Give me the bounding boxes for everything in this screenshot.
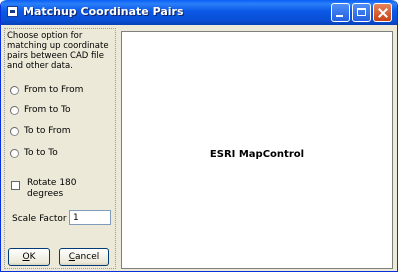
rotate-label: Rotate 180 degrees <box>27 178 77 199</box>
instructions-text: Choose option for matching up coordinate… <box>7 31 109 71</box>
minimize-button[interactable] <box>331 3 350 22</box>
radio-from-to-from[interactable]: From to From <box>10 84 83 96</box>
ok-hotkey: O <box>22 252 30 262</box>
rotate-checkbox[interactable] <box>11 181 20 190</box>
ok-button[interactable]: OK <box>8 248 50 266</box>
dialog-window: Matchup Coordinate Pairs Choose option f… <box>0 0 398 272</box>
window-title: Matchup Coordinate Pairs <box>23 5 184 18</box>
rotate-180-checkbox-row[interactable]: Rotate 180 degrees <box>11 178 87 200</box>
close-button[interactable] <box>373 3 392 22</box>
cancel-label-rest: ancel <box>75 252 100 262</box>
app-icon[interactable] <box>7 6 18 17</box>
scale-factor-label: Scale Factor <box>12 214 67 224</box>
cancel-button[interactable]: Cancel <box>59 248 109 266</box>
map-control[interactable]: ESRI MapControl <box>121 31 393 269</box>
radio-label: From to To <box>24 105 71 115</box>
scale-factor-input[interactable] <box>69 210 111 225</box>
radio-label: From to From <box>24 85 84 95</box>
maximize-button[interactable] <box>352 3 371 22</box>
map-control-label: ESRI MapControl <box>209 149 305 160</box>
radio-circle-icon[interactable] <box>10 126 19 136</box>
radio-circle-icon[interactable] <box>10 105 19 115</box>
radio-to-to-to[interactable]: To to To <box>10 147 58 159</box>
radio-circle-icon[interactable] <box>10 85 19 95</box>
radio-circle-icon[interactable] <box>10 148 19 158</box>
radio-to-to-from[interactable]: To to From <box>10 125 71 137</box>
ok-label-rest: K <box>29 252 36 262</box>
radio-label: To to To <box>24 148 58 158</box>
radio-from-to-to[interactable]: From to To <box>10 104 71 116</box>
radio-label: To to From <box>24 126 71 136</box>
title-bar[interactable]: Matchup Coordinate Pairs <box>1 0 397 25</box>
